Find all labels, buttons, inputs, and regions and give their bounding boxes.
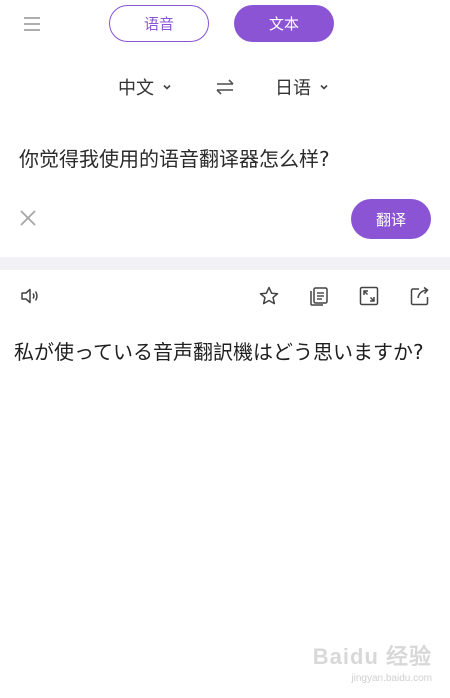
watermark-brand: Baidu 经验 <box>312 644 432 669</box>
close-icon[interactable] <box>18 208 38 228</box>
target-language-selector[interactable]: 日语 <box>275 74 329 100</box>
speaker-icon[interactable] <box>19 285 41 307</box>
star-icon[interactable] <box>258 285 280 307</box>
translator-screen: 语音 文本 中文 日语 你觉得我使用的语音翻译器怎么样? 翻译 私が使っている音… <box>0 0 450 698</box>
section-divider <box>0 257 450 270</box>
text-mode-button[interactable]: 文本 <box>234 5 334 42</box>
source-language-selector[interactable]: 中文 <box>118 74 172 100</box>
translate-button-label: 翻译 <box>375 210 406 229</box>
translate-button[interactable]: 翻译 <box>351 199 431 239</box>
chevron-down-icon <box>320 84 328 90</box>
source-text-input[interactable]: 你觉得我使用的语音翻译器怎么样? <box>19 145 439 173</box>
voice-mode-button[interactable]: 语音 <box>109 5 209 42</box>
watermark-url: jingyan.baidu.com <box>351 673 432 684</box>
hamburger-menu-icon[interactable] <box>22 14 42 34</box>
expand-icon[interactable] <box>358 285 380 307</box>
share-icon[interactable] <box>409 285 431 307</box>
watermark: Baidu 经验 jingyan.baidu.com <box>313 639 432 684</box>
text-mode-label: 文本 <box>268 15 299 33</box>
translation-result: 私が使っている音声翻訳機はどう思いますか? <box>14 340 424 364</box>
target-language-label: 日语 <box>275 78 311 99</box>
voice-mode-label: 语音 <box>143 15 174 33</box>
copy-icon[interactable] <box>308 285 330 307</box>
swap-arrows-icon[interactable] <box>214 76 236 98</box>
chevron-down-icon <box>163 84 171 90</box>
source-language-label: 中文 <box>118 78 154 99</box>
